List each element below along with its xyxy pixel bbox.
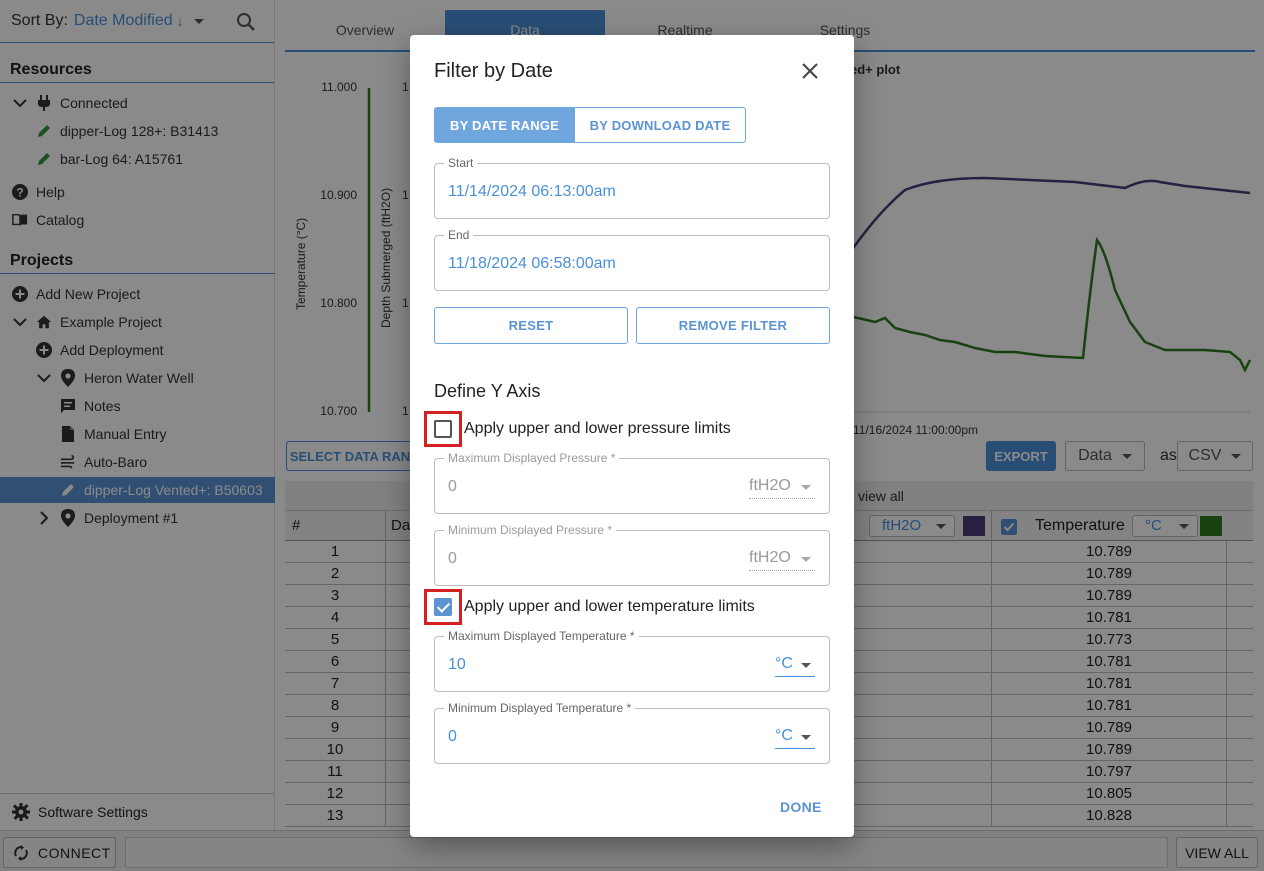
min-temperature-field[interactable]: Minimum Displayed Temperature * 0 °C [434, 701, 830, 764]
start-date-field[interactable]: Start 11/14/2024 06:13:00am [434, 156, 830, 219]
max-temperature-label: Maximum Displayed Temperature * [444, 629, 639, 643]
date-mode-toggle: BY DATE RANGE BY DOWNLOAD DATE [434, 107, 746, 143]
end-date-field[interactable]: End 11/18/2024 06:58:00am [434, 228, 830, 291]
reset-button[interactable]: RESET [434, 307, 628, 344]
min-pressure-field[interactable]: Minimum Displayed Pressure * 0 ftH2O [434, 523, 830, 586]
max-pressure-value[interactable]: 0 [448, 478, 457, 496]
end-label: End [444, 228, 474, 242]
min-temperature-label: Minimum Displayed Temperature * [444, 701, 636, 715]
pressure-checkbox-highlight [424, 411, 462, 447]
temperature-checkbox-highlight [424, 589, 462, 625]
dialog-title: Filter by Date [434, 60, 553, 82]
min-pressure-unit-select[interactable]: ftH2O [749, 549, 815, 571]
pressure-limits-row[interactable]: Apply upper and lower pressure limits [424, 411, 731, 447]
start-value[interactable]: 11/14/2024 06:13:00am [448, 183, 616, 201]
max-pressure-field[interactable]: Maximum Displayed Pressure * 0 ftH2O [434, 451, 830, 514]
start-label: Start [444, 156, 478, 170]
temperature-limits-row[interactable]: Apply upper and lower temperature limits [424, 589, 755, 625]
remove-filter-button[interactable]: REMOVE FILTER [636, 307, 830, 344]
unit-value: ftH2O [749, 477, 791, 494]
pressure-limits-checkbox[interactable] [434, 420, 452, 438]
temperature-limits-checkbox[interactable] [434, 598, 452, 616]
end-value[interactable]: 11/18/2024 06:58:00am [448, 255, 616, 273]
chevron-down-icon [801, 663, 811, 668]
max-pressure-label: Maximum Displayed Pressure * [444, 451, 620, 465]
min-pressure-value[interactable]: 0 [448, 550, 457, 568]
pressure-limits-label: Apply upper and lower pressure limits [464, 420, 731, 437]
unit-value: ftH2O [749, 549, 791, 566]
by-date-range-button[interactable]: BY DATE RANGE [434, 107, 575, 143]
unit-value: °C [775, 655, 793, 672]
by-download-date-button[interactable]: BY DOWNLOAD DATE [575, 107, 746, 143]
unit-value: °C [775, 727, 793, 744]
max-pressure-unit-select[interactable]: ftH2O [749, 477, 815, 499]
temperature-limits-label: Apply upper and lower temperature limits [464, 598, 755, 615]
min-pressure-label: Minimum Displayed Pressure * [444, 523, 617, 537]
close-icon[interactable] [801, 62, 819, 80]
chevron-down-icon [801, 735, 811, 740]
chevron-down-icon [801, 485, 811, 490]
min-temperature-value[interactable]: 0 [448, 728, 457, 746]
min-temperature-unit-select[interactable]: °C [775, 727, 815, 749]
max-temperature-field[interactable]: Maximum Displayed Temperature * 10 °C [434, 629, 830, 692]
max-temperature-unit-select[interactable]: °C [775, 655, 815, 677]
define-y-axis-title: Define Y Axis [434, 381, 541, 401]
filter-by-date-dialog: Filter by Date BY DATE RANGE BY DOWNLOAD… [410, 35, 854, 837]
max-temperature-value[interactable]: 10 [448, 656, 466, 674]
done-button[interactable]: DONE [780, 799, 822, 815]
chevron-down-icon [801, 557, 811, 562]
